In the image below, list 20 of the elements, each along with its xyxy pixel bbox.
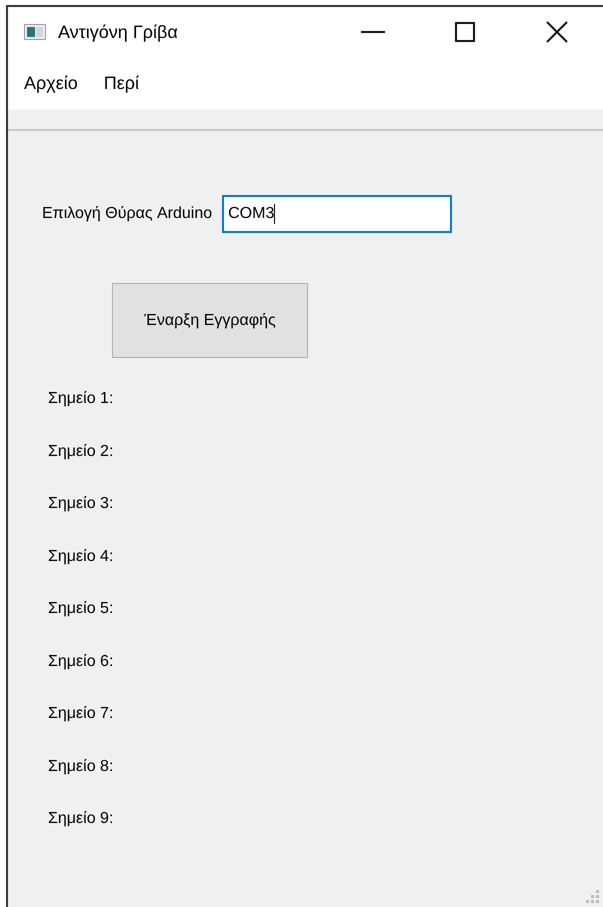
maximize-icon: [455, 22, 475, 42]
point-label: Σημείο 5:: [48, 599, 114, 619]
point-label: Σημείο 6:: [48, 652, 114, 672]
point-label: Σημείο 4:: [48, 546, 114, 566]
minimize-icon: [361, 31, 385, 33]
menu-item[interactable]: Αρχείο: [24, 70, 78, 96]
point-label: Σημείο 7:: [48, 704, 114, 724]
point-label: Σημείο 8:: [48, 756, 114, 776]
point-label: Σημείο 3:: [48, 494, 114, 514]
start-recording-button[interactable]: Έναρξη Εγγραφής: [112, 283, 308, 358]
point-label: Σημείο 1:: [48, 389, 114, 409]
point-label: Σημείο 2:: [48, 442, 114, 462]
point-label: Σημείο 9:: [48, 809, 114, 829]
close-icon: [546, 21, 568, 43]
port-input-field[interactable]: COM3: [222, 195, 452, 233]
window-title: Αντιγόνη Γρίβα: [58, 20, 178, 44]
resize-grip-icon[interactable]: [585, 889, 599, 903]
menu-item[interactable]: Περί: [104, 70, 139, 96]
app-icon: [24, 24, 46, 40]
port-label: Επιλογή Θύρας Arduino: [42, 204, 212, 224]
